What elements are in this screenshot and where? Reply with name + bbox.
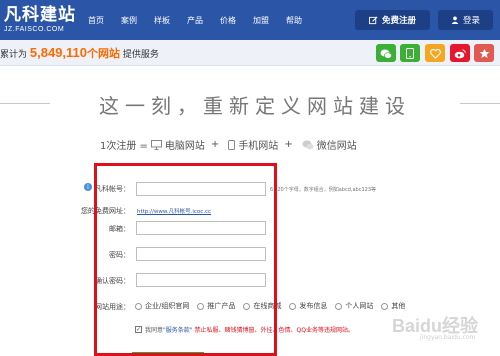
bundle-prefix: 1次注册 = — [100, 141, 148, 152]
bundle-wechat: 微信网站 — [316, 141, 357, 152]
purpose-option-personal[interactable]: 个人网站 — [335, 301, 373, 311]
slogan-heading: 这一刻，重新定义网站建设 — [50, 90, 460, 119]
stats-prefix: 累计为 — [0, 50, 28, 60]
purpose-option-label: 其他 — [391, 302, 406, 310]
radio-circle[interactable] — [381, 302, 389, 310]
purpose-option-publish[interactable]: 发布信息 — [289, 301, 327, 311]
phone-icon — [228, 139, 236, 150]
user-icon — [451, 16, 459, 24]
account-hint: 6~20个字母，数字组合，例如abcd,abc123等 — [270, 187, 377, 193]
login-label: 登录 — [462, 16, 480, 26]
favorite-share[interactable] — [425, 44, 445, 62]
nav-templates[interactable]: 样板 — [154, 15, 170, 26]
free-register-button[interactable]: 免费注册 — [355, 10, 430, 30]
radio-circle[interactable] — [335, 302, 343, 310]
wechat-icon — [380, 44, 392, 63]
nav-home[interactable]: 首页 — [88, 15, 104, 26]
purpose-option-label: 发布信息 — [299, 302, 328, 310]
logo-text: 凡科建站 — [4, 5, 76, 25]
info-icon: i — [84, 183, 92, 191]
nav-cases[interactable]: 案例 — [121, 15, 137, 26]
highlight-frame — [94, 163, 277, 356]
stats-text: 累计为 5,849,110个网站 提供服务 — [0, 45, 159, 61]
wechat-share[interactable] — [376, 44, 396, 62]
main-nav: 首页 案例 样板 产品 价格 加盟 帮助 — [88, 0, 319, 40]
watermark-url: jingyan.baidu.com — [420, 334, 476, 341]
mobile-icon — [406, 44, 414, 63]
purpose-option-other[interactable]: 其他 — [381, 301, 405, 311]
weibo-icon — [454, 44, 466, 63]
qzone-icon — [479, 44, 490, 63]
bundle-pc: 电脑网站 — [164, 141, 205, 152]
purpose-option-label: 个人网站 — [345, 302, 374, 310]
site-count: 5,849,110 — [29, 45, 88, 60]
nav-help[interactable]: 帮助 — [286, 15, 302, 26]
bundle-plus-1: + — [210, 139, 220, 150]
stats-suffix: 提供服务 — [122, 50, 159, 60]
bundle-plus-2: + — [284, 139, 293, 150]
radio-circle[interactable] — [289, 302, 297, 310]
bundle-mobile: 手机网站 — [238, 141, 279, 152]
desktop-icon — [150, 139, 162, 150]
logo[interactable]: 凡科建站 JZ.FAISCO.COM — [4, 6, 76, 34]
site-count-unit: 个网站 — [87, 47, 121, 60]
nav-products[interactable]: 产品 — [187, 15, 203, 26]
qzone-share[interactable] — [474, 44, 494, 62]
edit-icon — [368, 16, 378, 25]
product-bundle-line: 1次注册 = 电脑网站 + 手机网站 + 微信网站 — [100, 137, 357, 152]
mobile-share[interactable] — [400, 44, 420, 62]
login-button[interactable]: 登录 — [438, 10, 493, 30]
top-navbar: 凡科建站 JZ.FAISCO.COM 首页 案例 样板 产品 价格 加盟 帮助 … — [0, 0, 500, 40]
free-register-label: 免费注册 — [381, 16, 416, 26]
weibo-share[interactable] — [450, 44, 470, 62]
nav-franchise[interactable]: 加盟 — [253, 15, 269, 26]
nav-pricing[interactable]: 价格 — [220, 15, 236, 26]
logo-domain: JZ.FAISCO.COM — [4, 26, 65, 33]
wechat-outline-icon — [302, 140, 314, 150]
heart-icon — [429, 44, 441, 63]
